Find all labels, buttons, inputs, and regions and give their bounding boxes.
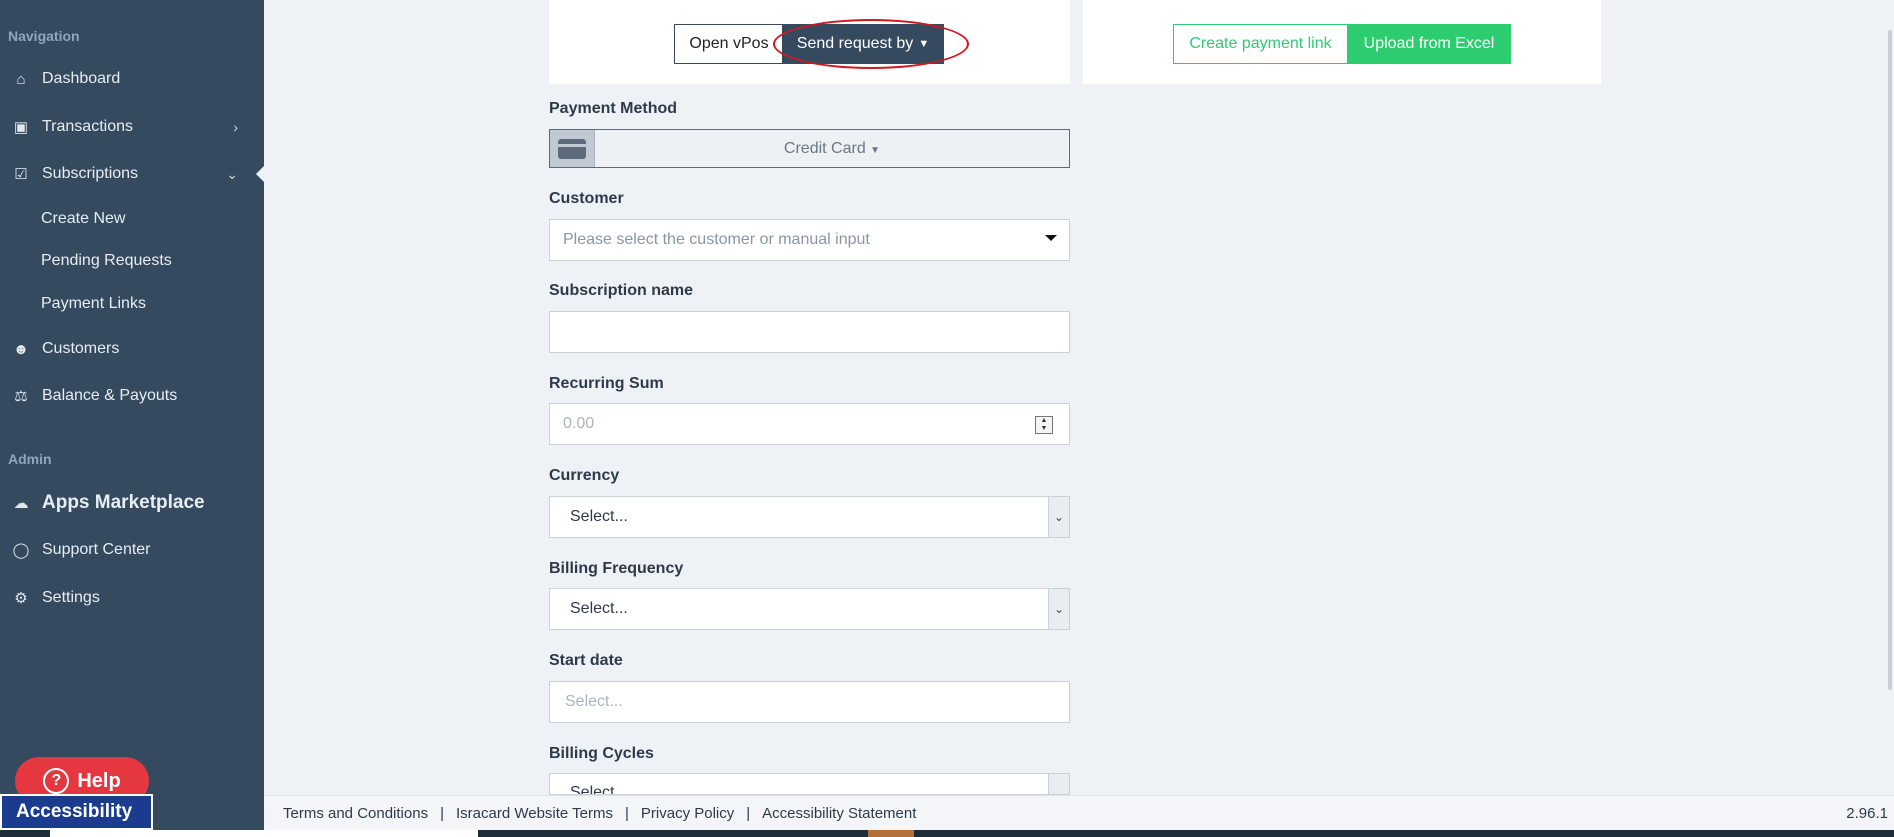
open-vpos-button[interactable]: Open vPos xyxy=(674,24,784,64)
app-version: 2.96.1 xyxy=(1846,804,1888,822)
billing-cycles-select[interactable]: Select... ⌄ xyxy=(549,773,1070,795)
customer-placeholder: Please select the customer or manual inp… xyxy=(563,231,870,248)
chevron-down-icon: ⌄ xyxy=(226,165,238,182)
help-label: Help xyxy=(77,769,121,792)
billing-frequency-value: Select... xyxy=(570,600,628,617)
chevron-down-icon: ⌄ xyxy=(1048,497,1069,537)
credit-card-icon xyxy=(550,130,595,167)
currency-label: Currency xyxy=(549,467,620,484)
chevron-down-icon: ⌄ xyxy=(1048,774,1069,794)
admin-heading: Admin xyxy=(8,451,52,467)
payment-link-panel: Create payment link Upload from Excel xyxy=(1083,0,1601,84)
page-scrollbar-thumb[interactable] xyxy=(1888,30,1892,690)
send-request-button[interactable]: Send request by ▼ xyxy=(782,24,944,64)
users-icon: ☻ xyxy=(13,340,29,358)
sidebar-item-label: Subscriptions xyxy=(42,165,139,182)
footer: Terms and Conditions | Isracard Website … xyxy=(264,795,1894,830)
sidebar: Navigation ⌂ Dashboard ▣ Transactions › … xyxy=(0,0,264,837)
payment-method-value: Credit Card ▼ xyxy=(783,139,881,157)
footer-links: Terms and Conditions | Isracard Website … xyxy=(264,805,916,822)
caret-down-icon xyxy=(1045,235,1057,241)
lifebuoy-icon: ◯ xyxy=(12,542,30,559)
recurring-sum-label: Recurring Sum xyxy=(549,375,664,392)
sidebar-item-label: Balance & Payouts xyxy=(42,387,178,404)
number-spinner-icon[interactable]: ▲ ▼ xyxy=(1035,416,1053,434)
start-date-placeholder: Select... xyxy=(565,693,623,710)
taskbar-segment xyxy=(868,830,914,837)
sidebar-subitem-create-new[interactable]: Create New xyxy=(41,210,125,228)
send-request-label: Send request by xyxy=(796,35,914,52)
currency-select[interactable]: Select... ⌄ xyxy=(549,496,1070,538)
customer-select[interactable]: Please select the customer or manual inp… xyxy=(549,219,1070,261)
footer-separator: | xyxy=(440,804,444,822)
sidebar-subitem-pending-requests[interactable]: Pending Requests xyxy=(41,252,172,270)
money-icon: ▣ xyxy=(13,119,29,136)
taskbar-segment xyxy=(50,830,478,837)
sidebar-item-support-center[interactable]: ◯ Support Center xyxy=(0,530,264,570)
footer-separator: | xyxy=(746,804,751,822)
nav-heading: Navigation xyxy=(8,28,80,44)
question-icon: ? xyxy=(43,768,70,794)
calendar-check-icon: ☑ xyxy=(14,166,28,183)
sidebar-item-label: Dashboard xyxy=(42,70,121,87)
customer-label: Customer xyxy=(549,190,624,207)
sidebar-item-label: Customers xyxy=(42,340,120,357)
sidebar-item-balance-payouts[interactable]: ⚖ Balance & Payouts xyxy=(0,376,264,416)
chevron-down-icon: ⌄ xyxy=(1048,589,1069,629)
balance-scale-icon: ⚖ xyxy=(14,388,28,405)
currency-value: Select... xyxy=(570,508,628,525)
payment-method-select[interactable]: Credit Card ▼ xyxy=(549,129,1070,168)
sidebar-item-settings[interactable]: ⚙ Settings xyxy=(0,578,264,618)
create-payment-link-button[interactable]: Create payment link xyxy=(1173,24,1348,64)
chevron-right-icon: › xyxy=(233,119,238,135)
accessibility-button[interactable]: Accessibility xyxy=(0,794,153,830)
billing-frequency-select[interactable]: Select... ⌄ xyxy=(549,588,1070,630)
sidebar-subitem-payment-links[interactable]: Payment Links xyxy=(41,295,146,313)
sidebar-item-label: Apps Marketplace xyxy=(42,492,205,513)
sidebar-item-apps-marketplace[interactable]: ☁ Apps Marketplace xyxy=(0,483,264,523)
cloud-download-icon: ☁ xyxy=(13,495,29,512)
gear-icon: ⚙ xyxy=(14,590,28,607)
sidebar-item-label: Settings xyxy=(42,589,100,606)
sidebar-item-customers[interactable]: ☻ Customers xyxy=(0,329,264,369)
start-date-input[interactable]: Select... xyxy=(549,681,1070,723)
subscription-name-label: Subscription name xyxy=(549,282,694,299)
billing-cycles-value: Select... xyxy=(570,784,628,795)
caret-down-icon: ▼ xyxy=(870,144,881,156)
footer-link-privacy[interactable]: Privacy Policy xyxy=(641,805,734,822)
request-actions-panel: Open vPos Send request by ▼ xyxy=(549,0,1070,84)
footer-link-isracard-terms[interactable]: Isracard Website Terms xyxy=(456,805,613,822)
home-icon: ⌂ xyxy=(16,70,26,88)
footer-separator: | xyxy=(624,804,629,822)
upload-excel-button[interactable]: Upload from Excel xyxy=(1347,24,1511,64)
billing-frequency-label: Billing Frequency xyxy=(549,560,684,577)
subscription-name-input[interactable] xyxy=(549,311,1070,353)
recurring-sum-input[interactable]: 0.00 ▲ ▼ xyxy=(549,403,1070,445)
footer-link-terms[interactable]: Terms and Conditions xyxy=(283,805,428,822)
footer-link-accessibility-statement[interactable]: Accessibility Statement xyxy=(762,805,916,822)
sidebar-item-label: Support Center xyxy=(42,541,151,558)
start-date-label: Start date xyxy=(549,652,623,669)
sidebar-item-transactions[interactable]: ▣ Transactions › xyxy=(0,107,264,147)
sidebar-item-subscriptions[interactable]: ☑ Subscriptions ⌄ xyxy=(0,154,264,194)
billing-cycles-label: Billing Cycles xyxy=(549,745,654,762)
payment-method-label: Payment Method xyxy=(549,100,678,117)
recurring-sum-placeholder: 0.00 xyxy=(563,415,595,432)
taskbar-strip xyxy=(0,830,1894,837)
sidebar-item-label: Transactions xyxy=(42,118,133,135)
caret-down-icon: ▼ xyxy=(918,38,930,50)
sidebar-item-dashboard[interactable]: ⌂ Dashboard xyxy=(0,59,264,99)
